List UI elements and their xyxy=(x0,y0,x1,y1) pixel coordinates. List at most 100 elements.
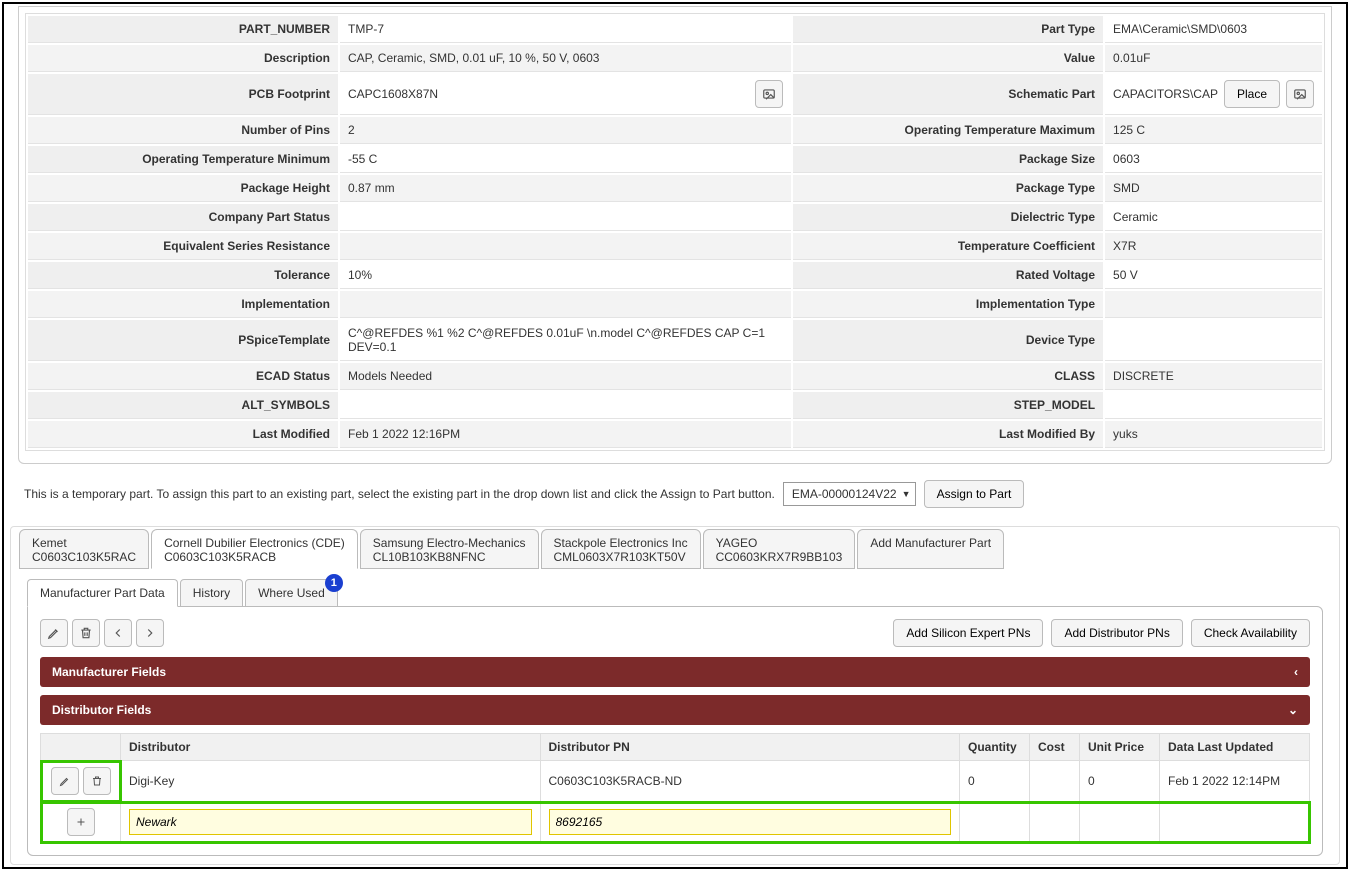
prop-value: TMP-7 xyxy=(348,22,384,36)
arrow-right-icon xyxy=(143,626,157,640)
prop-label: Schematic Part xyxy=(793,74,1103,115)
prop-value: C^@REFDES %1 %2 C^@REFDES 0.01uF \n.mode… xyxy=(348,326,765,354)
assign-bar: This is a temporary part. To assign this… xyxy=(8,472,1342,526)
view-footprint-button[interactable] xyxy=(755,80,783,108)
prop-value: CAPC1608X87N xyxy=(348,87,438,101)
dist-cell: Digi-Key xyxy=(121,761,541,802)
updated-cell: Feb 1 2022 12:14PM xyxy=(1160,761,1310,802)
place-button[interactable]: Place xyxy=(1224,80,1280,108)
tab-mfr-part-data[interactable]: Manufacturer Part Data xyxy=(27,579,178,607)
prop-label: Device Type xyxy=(793,320,1103,361)
edit-row-button[interactable] xyxy=(51,767,79,795)
check-availability-button[interactable]: Check Availability xyxy=(1191,619,1310,647)
prop-value: Ceramic xyxy=(1113,210,1158,224)
prop-value: yuks xyxy=(1113,427,1138,441)
prop-value: 125 C xyxy=(1113,123,1145,137)
delete-row-button[interactable] xyxy=(83,767,111,795)
add-silicon-expert-button[interactable]: Add Silicon Expert PNs xyxy=(893,619,1043,647)
mfr-name: YAGEO xyxy=(716,536,843,550)
assign-text: This is a temporary part. To assign this… xyxy=(24,487,775,501)
prop-label: Implementation xyxy=(28,291,338,318)
assign-part-select[interactable]: EMA-00000124V22 xyxy=(783,482,916,506)
add-row-button[interactable] xyxy=(67,808,95,836)
prop-label: Last Modified xyxy=(28,421,338,448)
prop-label: Part Type xyxy=(793,16,1103,43)
prop-value: EMA\Ceramic\SMD\0603 xyxy=(1113,22,1247,36)
mfr-name: Kemet xyxy=(32,536,136,550)
mfr-panel: Add Silicon Expert PNs Add Distributor P… xyxy=(27,606,1323,856)
prop-label: PCB Footprint xyxy=(28,74,338,115)
arrow-left-icon xyxy=(111,626,125,640)
mfr-tab[interactable]: YAGEOCC0603KRX7R9BB103 xyxy=(703,529,856,569)
chevron-down-icon: ⌄ xyxy=(1288,703,1298,717)
prop-label: STEP_MODEL xyxy=(793,392,1103,419)
chevron-left-icon: ‹ xyxy=(1294,665,1298,679)
prop-label: Tolerance xyxy=(28,262,338,289)
add-distributor-pns-button[interactable]: Add Distributor PNs xyxy=(1051,619,1182,647)
prop-label: Last Modified By xyxy=(793,421,1103,448)
mfr-tab[interactable]: KemetC0603C103K5RAC xyxy=(19,529,149,569)
qty-cell: 0 xyxy=(960,761,1030,802)
view-schematic-button[interactable] xyxy=(1286,80,1314,108)
pencil-icon xyxy=(47,626,61,640)
image-icon xyxy=(1293,87,1307,101)
prop-label: Description xyxy=(28,45,338,72)
editing-row xyxy=(41,802,1310,843)
prop-value: Feb 1 2022 12:16PM xyxy=(348,427,460,441)
prop-value: 0.01uF xyxy=(1113,51,1150,65)
prop-value: X7R xyxy=(1113,239,1136,253)
trash-icon xyxy=(79,626,93,640)
prop-label: Temperature Coefficient xyxy=(793,233,1103,260)
prop-label: Package Type xyxy=(793,175,1103,202)
prop-label: ALT_SYMBOLS xyxy=(28,392,338,419)
prop-value: 0.87 mm xyxy=(348,181,395,195)
cost-cell xyxy=(1030,761,1080,802)
delete-button[interactable] xyxy=(72,619,100,647)
prop-value: SMD xyxy=(1113,181,1140,195)
prop-label: Value xyxy=(793,45,1103,72)
prop-label: PSpiceTemplate xyxy=(28,320,338,361)
manufacturer-tabs: KemetC0603C103K5RACCornell Dubilier Elec… xyxy=(19,529,1331,569)
prop-value: 10% xyxy=(348,268,372,282)
add-manufacturer-tab[interactable]: Add Manufacturer Part xyxy=(857,529,1004,569)
prop-label: Package Height xyxy=(28,175,338,202)
mfr-pn: C0603C103K5RACB xyxy=(164,550,345,564)
distributor-pn-input[interactable] xyxy=(549,809,952,835)
prop-value: Models Needed xyxy=(348,369,432,383)
assign-to-part-button[interactable]: Assign to Part xyxy=(924,480,1025,508)
mfr-pn: C0603C103K5RAC xyxy=(32,550,136,564)
prop-label: ECAD Status xyxy=(28,363,338,390)
mfr-name: Stackpole Electronics Inc xyxy=(554,536,688,550)
prop-value: DISCRETE xyxy=(1113,369,1174,383)
prop-label: Equivalent Series Resistance xyxy=(28,233,338,260)
prop-label: Number of Pins xyxy=(28,117,338,144)
prev-button[interactable] xyxy=(104,619,132,647)
tab-history[interactable]: History xyxy=(180,579,243,607)
tab-where-used[interactable]: Where Used 1 xyxy=(245,579,338,607)
distributor-input[interactable] xyxy=(129,809,532,835)
image-icon xyxy=(762,87,776,101)
manufacturer-fields-header[interactable]: Manufacturer Fields ‹ xyxy=(40,657,1310,687)
trash-icon xyxy=(91,775,103,787)
next-button[interactable] xyxy=(136,619,164,647)
mfr-tab[interactable]: Cornell Dubilier Electronics (CDE)C0603C… xyxy=(151,529,358,569)
prop-value: CAPACITORS\CAP xyxy=(1113,87,1218,101)
mfr-name: Cornell Dubilier Electronics (CDE) xyxy=(164,536,345,550)
mfr-tab[interactable]: Samsung Electro-MechanicsCL10B103KB8NFNC xyxy=(360,529,539,569)
prop-label: Package Size xyxy=(793,146,1103,173)
prop-label: PART_NUMBER xyxy=(28,16,338,43)
prop-label: Operating Temperature Minimum xyxy=(28,146,338,173)
pencil-icon xyxy=(59,775,71,787)
mfr-name: Samsung Electro-Mechanics xyxy=(373,536,526,550)
mfr-pn: CML0603X7R103KT50V xyxy=(554,550,688,564)
prop-label: Rated Voltage xyxy=(793,262,1103,289)
mfr-tab[interactable]: Stackpole Electronics IncCML0603X7R103KT… xyxy=(541,529,701,569)
prop-label: Dielectric Type xyxy=(793,204,1103,231)
prop-label: Implementation Type xyxy=(793,291,1103,318)
mfr-pn: CC0603KRX7R9BB103 xyxy=(716,550,843,564)
distributor-fields-header[interactable]: Distributor Fields ⌄ xyxy=(40,695,1310,725)
edit-button[interactable] xyxy=(40,619,68,647)
prop-value: -55 C xyxy=(348,152,377,166)
prop-label: Operating Temperature Maximum xyxy=(793,117,1103,144)
where-used-badge: 1 xyxy=(325,574,343,592)
